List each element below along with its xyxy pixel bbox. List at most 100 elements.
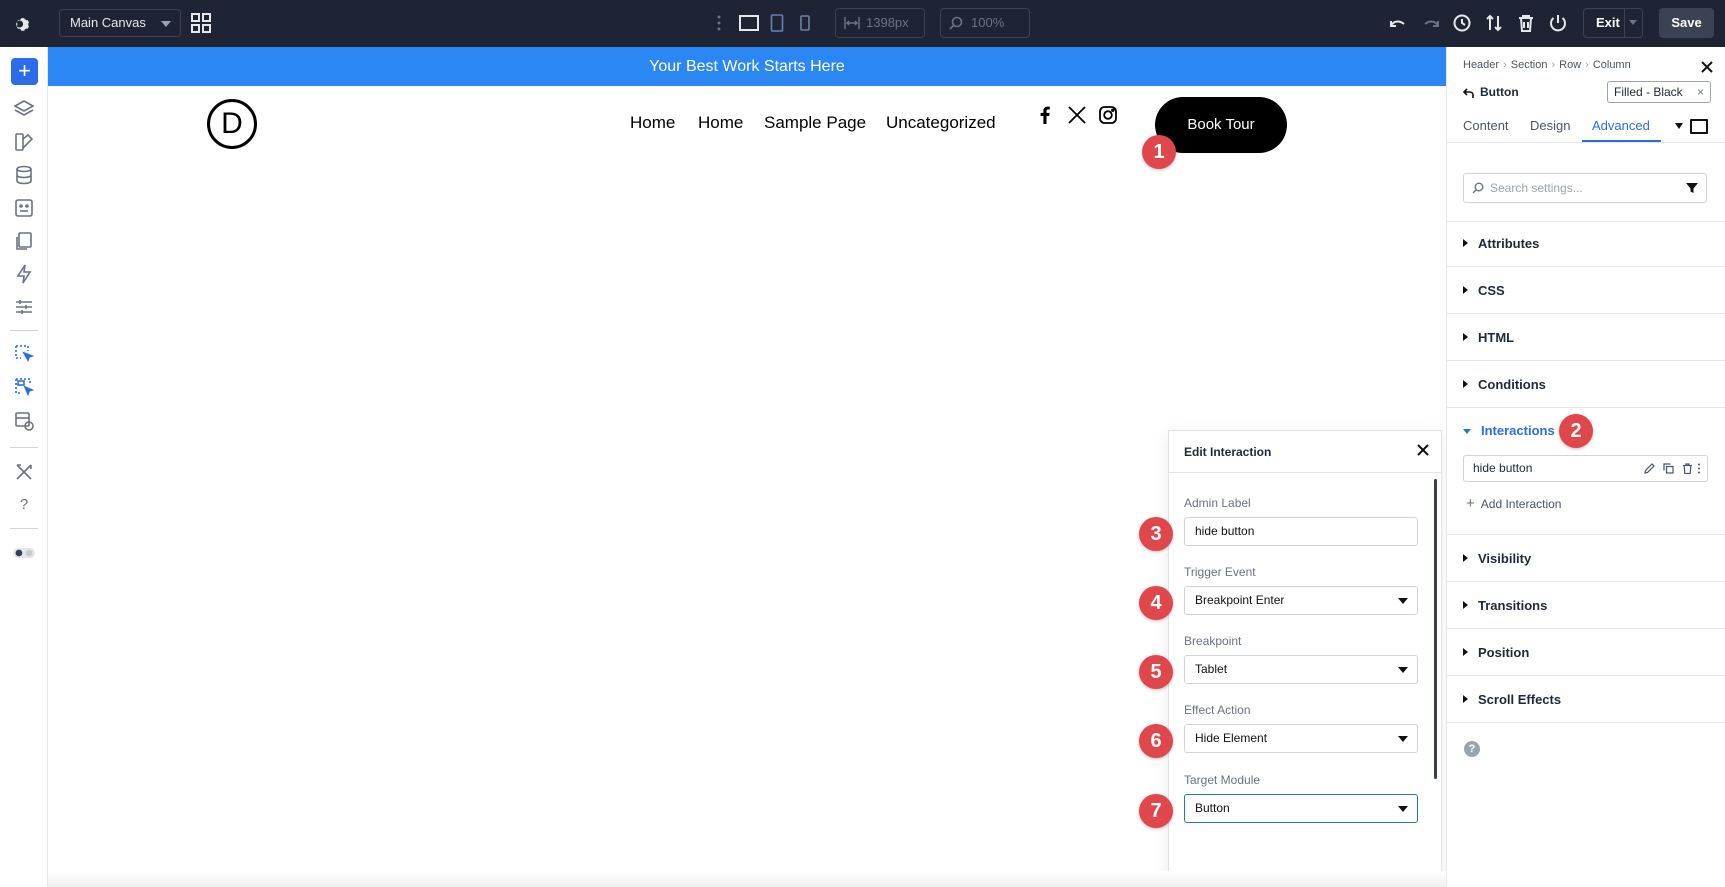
nav-item-home[interactable]: Home xyxy=(698,113,743,133)
book-tour-button[interactable]: Book Tour xyxy=(1155,97,1287,153)
admin-label-input[interactable]: hide button xyxy=(1184,517,1418,546)
group-css[interactable]: CSS xyxy=(1463,283,1505,298)
delete-trash-icon[interactable] xyxy=(1682,463,1693,474)
save-button[interactable]: Save xyxy=(1659,8,1714,38)
tools-icon[interactable] xyxy=(13,461,35,483)
desktop-view-icon[interactable] xyxy=(739,13,759,33)
layers-icon[interactable] xyxy=(13,98,35,120)
breakpoint-value: Tablet xyxy=(1195,662,1228,676)
square-view-icon[interactable] xyxy=(1690,119,1708,134)
pages-icon[interactable] xyxy=(13,230,35,252)
nav-item-sample-page[interactable]: Sample Page xyxy=(764,113,866,133)
step-badge-2: 2 xyxy=(1559,414,1593,448)
list-settings-icon[interactable] xyxy=(13,296,35,318)
step-badge-5: 5 xyxy=(1139,655,1173,689)
more-vertical-icon[interactable] xyxy=(1697,463,1701,474)
group-position[interactable]: Position xyxy=(1463,645,1529,660)
exit-label: Exit xyxy=(1596,15,1620,30)
target-module-value: Button xyxy=(1195,801,1230,815)
nav-item-uncategorized[interactable]: Uncategorized xyxy=(886,113,996,133)
breadcrumb-item-row[interactable]: Row xyxy=(1559,59,1581,71)
chevron-down-icon xyxy=(1398,667,1408,673)
undo-icon[interactable] xyxy=(1387,12,1409,34)
tablet-view-icon[interactable] xyxy=(770,13,784,33)
add-interaction-button[interactable]: + Add Interaction xyxy=(1466,495,1561,512)
chevron-down-icon[interactable] xyxy=(1629,20,1637,25)
trigger-event-select[interactable]: Breakpoint Enter xyxy=(1184,586,1418,615)
group-visibility[interactable]: Visibility xyxy=(1463,551,1531,566)
edit-pencil-icon[interactable] xyxy=(1644,463,1655,474)
group-html[interactable]: HTML xyxy=(1463,330,1514,345)
breadcrumb-separator-icon: › xyxy=(1503,59,1507,71)
add-module-button[interactable]: + xyxy=(11,58,38,85)
select-click-icon[interactable] xyxy=(13,343,35,365)
group-transitions[interactable]: Transitions xyxy=(1463,598,1547,613)
filter-icon[interactable] xyxy=(1686,182,1698,194)
interaction-item[interactable]: hide button xyxy=(1463,455,1708,482)
duplicate-icon[interactable] xyxy=(1663,463,1674,474)
breakpoint-select[interactable]: Tablet xyxy=(1184,655,1418,684)
step-badge-6: 6 xyxy=(1139,724,1173,758)
exit-button[interactable]: Exit xyxy=(1583,8,1643,38)
design-palette-icon[interactable] xyxy=(13,131,35,153)
group-scroll-effects[interactable]: Scroll Effects xyxy=(1463,692,1561,707)
redo-icon[interactable] xyxy=(1420,12,1442,34)
close-icon[interactable] xyxy=(1700,60,1714,74)
interactions-icon[interactable] xyxy=(13,376,35,398)
tab-design[interactable]: Design xyxy=(1530,118,1570,133)
visibility-settings-icon[interactable] xyxy=(13,410,35,432)
back-arrow-icon[interactable] xyxy=(1463,87,1475,99)
effect-action-select[interactable]: Hide Element xyxy=(1184,724,1418,753)
settings-gear-icon[interactable] xyxy=(12,12,36,36)
theme-builder-icon[interactable] xyxy=(13,197,35,219)
help-icon[interactable]: ? xyxy=(1464,741,1480,757)
panel-scrollbar[interactable] xyxy=(1434,479,1437,779)
tab-advanced[interactable]: Advanced xyxy=(1592,118,1650,133)
more-vertical-icon[interactable] xyxy=(716,13,722,33)
sort-arrows-icon[interactable] xyxy=(1483,12,1505,34)
top-banner[interactable]: Your Best Work Starts Here xyxy=(48,47,1446,86)
target-module-select[interactable]: Button xyxy=(1184,794,1418,823)
canvas-width-field[interactable]: 1398px xyxy=(835,8,925,38)
active-tab-indicator xyxy=(1582,140,1661,142)
caret-right-icon xyxy=(1463,695,1468,703)
breadcrumb-item-section[interactable]: Section xyxy=(1511,59,1548,71)
tab-content[interactable]: Content xyxy=(1463,118,1509,133)
nav-item-home[interactable]: Home xyxy=(630,113,675,133)
search-settings-input[interactable]: Search settings... xyxy=(1463,173,1707,203)
chevron-down-icon xyxy=(1398,598,1408,604)
settings-tabs: Content Design Advanced xyxy=(1447,111,1725,143)
group-attributes[interactable]: Attributes xyxy=(1463,236,1539,251)
breadcrumb-item-column[interactable]: Column xyxy=(1593,59,1631,71)
step-badge-1: 1 xyxy=(1142,135,1176,169)
canvas-select[interactable]: Main Canvas xyxy=(59,9,181,37)
mode-toggle-icon[interactable] xyxy=(13,542,35,564)
facebook-icon[interactable] xyxy=(1035,105,1055,125)
database-icon[interactable] xyxy=(13,164,35,186)
close-icon[interactable] xyxy=(1415,442,1431,458)
sidebar-divider xyxy=(10,528,38,529)
lightning-icon[interactable] xyxy=(13,263,35,285)
phone-view-icon[interactable] xyxy=(799,13,811,33)
chevron-down-icon xyxy=(1398,736,1408,742)
page-canvas[interactable]: Your Best Work Starts Here D Home Home S… xyxy=(48,47,1446,887)
sidebar-divider xyxy=(10,447,38,448)
grid-layout-icon[interactable] xyxy=(191,13,211,33)
group-interactions[interactable]: Interactions xyxy=(1463,423,1555,438)
history-clock-icon[interactable] xyxy=(1451,12,1473,34)
trash-icon[interactable] xyxy=(1515,12,1537,34)
help-question-icon[interactable]: ? xyxy=(13,494,35,516)
group-conditions[interactable]: Conditions xyxy=(1463,377,1546,392)
caret-right-icon xyxy=(1463,554,1468,562)
preset-badge[interactable]: Filled - Black × xyxy=(1607,81,1711,103)
x-twitter-icon[interactable] xyxy=(1067,105,1087,125)
edit-interaction-panel: Edit Interaction Admin Label hide button… xyxy=(1168,430,1442,887)
chevron-down-icon[interactable] xyxy=(1675,123,1683,129)
site-logo[interactable]: D xyxy=(207,99,257,149)
sidebar-divider xyxy=(10,330,38,331)
zoom-field[interactable]: 100% xyxy=(940,8,1030,38)
remove-preset-icon[interactable]: × xyxy=(1697,82,1704,102)
breadcrumb-item-header[interactable]: Header xyxy=(1463,59,1499,71)
instagram-icon[interactable] xyxy=(1098,105,1118,125)
power-icon[interactable] xyxy=(1547,12,1569,34)
